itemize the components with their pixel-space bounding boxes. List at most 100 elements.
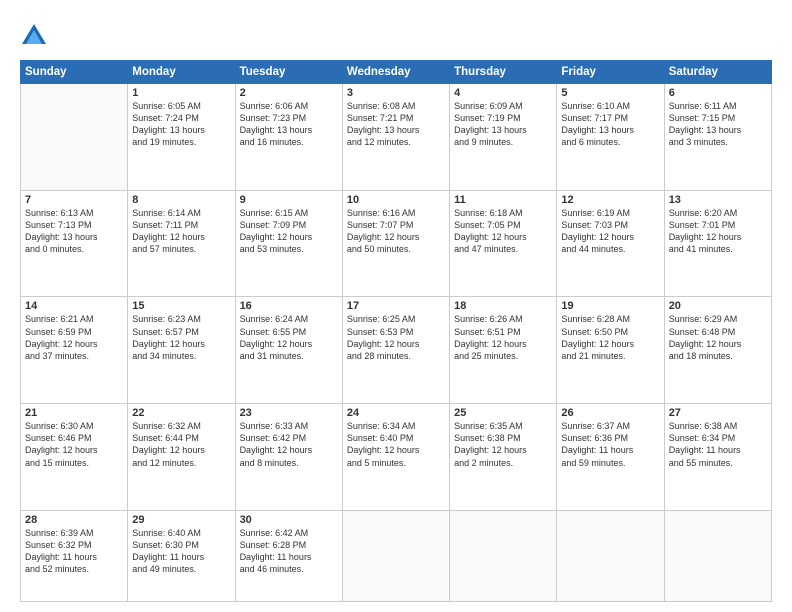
day-info: Sunrise: 6:32 AM Sunset: 6:44 PM Dayligh… xyxy=(132,420,230,469)
day-number: 24 xyxy=(347,407,445,419)
calendar-cell: 16Sunrise: 6:24 AM Sunset: 6:55 PM Dayli… xyxy=(235,297,342,404)
weekday-header-friday: Friday xyxy=(557,61,664,84)
day-info: Sunrise: 6:23 AM Sunset: 6:57 PM Dayligh… xyxy=(132,313,230,362)
day-number: 29 xyxy=(132,514,230,526)
calendar-cell xyxy=(664,510,771,601)
weekday-header-monday: Monday xyxy=(128,61,235,84)
day-info: Sunrise: 6:35 AM Sunset: 6:38 PM Dayligh… xyxy=(454,420,552,469)
day-info: Sunrise: 6:38 AM Sunset: 6:34 PM Dayligh… xyxy=(669,420,767,469)
calendar-cell: 22Sunrise: 6:32 AM Sunset: 6:44 PM Dayli… xyxy=(128,404,235,511)
day-info: Sunrise: 6:24 AM Sunset: 6:55 PM Dayligh… xyxy=(240,313,338,362)
calendar-week-row: 7Sunrise: 6:13 AM Sunset: 7:13 PM Daylig… xyxy=(21,190,772,297)
calendar-cell xyxy=(557,510,664,601)
calendar-cell: 7Sunrise: 6:13 AM Sunset: 7:13 PM Daylig… xyxy=(21,190,128,297)
day-number: 1 xyxy=(132,87,230,99)
day-info: Sunrise: 6:29 AM Sunset: 6:48 PM Dayligh… xyxy=(669,313,767,362)
day-info: Sunrise: 6:08 AM Sunset: 7:21 PM Dayligh… xyxy=(347,100,445,149)
day-info: Sunrise: 6:26 AM Sunset: 6:51 PM Dayligh… xyxy=(454,313,552,362)
day-number: 5 xyxy=(561,87,659,99)
weekday-header-thursday: Thursday xyxy=(450,61,557,84)
weekday-header-tuesday: Tuesday xyxy=(235,61,342,84)
day-number: 13 xyxy=(669,194,767,206)
calendar-cell: 21Sunrise: 6:30 AM Sunset: 6:46 PM Dayli… xyxy=(21,404,128,511)
calendar-cell: 26Sunrise: 6:37 AM Sunset: 6:36 PM Dayli… xyxy=(557,404,664,511)
day-info: Sunrise: 6:11 AM Sunset: 7:15 PM Dayligh… xyxy=(669,100,767,149)
calendar-cell: 11Sunrise: 6:18 AM Sunset: 7:05 PM Dayli… xyxy=(450,190,557,297)
day-info: Sunrise: 6:06 AM Sunset: 7:23 PM Dayligh… xyxy=(240,100,338,149)
calendar-cell: 28Sunrise: 6:39 AM Sunset: 6:32 PM Dayli… xyxy=(21,510,128,601)
day-number: 7 xyxy=(25,194,123,206)
calendar-week-row: 14Sunrise: 6:21 AM Sunset: 6:59 PM Dayli… xyxy=(21,297,772,404)
calendar-cell: 17Sunrise: 6:25 AM Sunset: 6:53 PM Dayli… xyxy=(342,297,449,404)
day-info: Sunrise: 6:28 AM Sunset: 6:50 PM Dayligh… xyxy=(561,313,659,362)
day-number: 23 xyxy=(240,407,338,419)
day-number: 12 xyxy=(561,194,659,206)
day-info: Sunrise: 6:09 AM Sunset: 7:19 PM Dayligh… xyxy=(454,100,552,149)
calendar-cell: 8Sunrise: 6:14 AM Sunset: 7:11 PM Daylig… xyxy=(128,190,235,297)
day-number: 11 xyxy=(454,194,552,206)
calendar-cell: 5Sunrise: 6:10 AM Sunset: 7:17 PM Daylig… xyxy=(557,84,664,191)
calendar-cell: 10Sunrise: 6:16 AM Sunset: 7:07 PM Dayli… xyxy=(342,190,449,297)
logo xyxy=(20,22,52,50)
day-number: 21 xyxy=(25,407,123,419)
page: SundayMondayTuesdayWednesdayThursdayFrid… xyxy=(0,0,792,612)
day-number: 6 xyxy=(669,87,767,99)
day-info: Sunrise: 6:10 AM Sunset: 7:17 PM Dayligh… xyxy=(561,100,659,149)
header xyxy=(20,18,772,50)
calendar-cell: 14Sunrise: 6:21 AM Sunset: 6:59 PM Dayli… xyxy=(21,297,128,404)
calendar-table: SundayMondayTuesdayWednesdayThursdayFrid… xyxy=(20,60,772,602)
calendar-cell xyxy=(21,84,128,191)
day-info: Sunrise: 6:33 AM Sunset: 6:42 PM Dayligh… xyxy=(240,420,338,469)
day-number: 28 xyxy=(25,514,123,526)
weekday-header-wednesday: Wednesday xyxy=(342,61,449,84)
day-number: 18 xyxy=(454,300,552,312)
day-info: Sunrise: 6:30 AM Sunset: 6:46 PM Dayligh… xyxy=(25,420,123,469)
calendar-cell: 2Sunrise: 6:06 AM Sunset: 7:23 PM Daylig… xyxy=(235,84,342,191)
day-info: Sunrise: 6:34 AM Sunset: 6:40 PM Dayligh… xyxy=(347,420,445,469)
calendar-cell: 20Sunrise: 6:29 AM Sunset: 6:48 PM Dayli… xyxy=(664,297,771,404)
calendar-cell: 25Sunrise: 6:35 AM Sunset: 6:38 PM Dayli… xyxy=(450,404,557,511)
day-number: 15 xyxy=(132,300,230,312)
calendar-cell xyxy=(342,510,449,601)
day-number: 26 xyxy=(561,407,659,419)
day-info: Sunrise: 6:19 AM Sunset: 7:03 PM Dayligh… xyxy=(561,207,659,256)
calendar-cell: 3Sunrise: 6:08 AM Sunset: 7:21 PM Daylig… xyxy=(342,84,449,191)
day-number: 2 xyxy=(240,87,338,99)
calendar-cell: 12Sunrise: 6:19 AM Sunset: 7:03 PM Dayli… xyxy=(557,190,664,297)
calendar-week-row: 28Sunrise: 6:39 AM Sunset: 6:32 PM Dayli… xyxy=(21,510,772,601)
day-number: 16 xyxy=(240,300,338,312)
calendar-cell: 23Sunrise: 6:33 AM Sunset: 6:42 PM Dayli… xyxy=(235,404,342,511)
day-number: 20 xyxy=(669,300,767,312)
day-number: 25 xyxy=(454,407,552,419)
day-number: 3 xyxy=(347,87,445,99)
day-number: 8 xyxy=(132,194,230,206)
calendar-cell: 29Sunrise: 6:40 AM Sunset: 6:30 PM Dayli… xyxy=(128,510,235,601)
calendar-cell: 13Sunrise: 6:20 AM Sunset: 7:01 PM Dayli… xyxy=(664,190,771,297)
calendar-cell: 27Sunrise: 6:38 AM Sunset: 6:34 PM Dayli… xyxy=(664,404,771,511)
calendar-cell xyxy=(450,510,557,601)
day-info: Sunrise: 6:25 AM Sunset: 6:53 PM Dayligh… xyxy=(347,313,445,362)
day-info: Sunrise: 6:40 AM Sunset: 6:30 PM Dayligh… xyxy=(132,527,230,576)
day-number: 10 xyxy=(347,194,445,206)
calendar-cell: 18Sunrise: 6:26 AM Sunset: 6:51 PM Dayli… xyxy=(450,297,557,404)
day-info: Sunrise: 6:14 AM Sunset: 7:11 PM Dayligh… xyxy=(132,207,230,256)
day-info: Sunrise: 6:37 AM Sunset: 6:36 PM Dayligh… xyxy=(561,420,659,469)
calendar-cell: 15Sunrise: 6:23 AM Sunset: 6:57 PM Dayli… xyxy=(128,297,235,404)
calendar-cell: 19Sunrise: 6:28 AM Sunset: 6:50 PM Dayli… xyxy=(557,297,664,404)
day-info: Sunrise: 6:21 AM Sunset: 6:59 PM Dayligh… xyxy=(25,313,123,362)
calendar-week-row: 21Sunrise: 6:30 AM Sunset: 6:46 PM Dayli… xyxy=(21,404,772,511)
day-number: 4 xyxy=(454,87,552,99)
weekday-header-row: SundayMondayTuesdayWednesdayThursdayFrid… xyxy=(21,61,772,84)
day-info: Sunrise: 6:42 AM Sunset: 6:28 PM Dayligh… xyxy=(240,527,338,576)
calendar-cell: 4Sunrise: 6:09 AM Sunset: 7:19 PM Daylig… xyxy=(450,84,557,191)
calendar-cell: 24Sunrise: 6:34 AM Sunset: 6:40 PM Dayli… xyxy=(342,404,449,511)
day-info: Sunrise: 6:15 AM Sunset: 7:09 PM Dayligh… xyxy=(240,207,338,256)
day-number: 14 xyxy=(25,300,123,312)
day-info: Sunrise: 6:16 AM Sunset: 7:07 PM Dayligh… xyxy=(347,207,445,256)
day-number: 22 xyxy=(132,407,230,419)
day-number: 9 xyxy=(240,194,338,206)
calendar-cell: 6Sunrise: 6:11 AM Sunset: 7:15 PM Daylig… xyxy=(664,84,771,191)
day-info: Sunrise: 6:39 AM Sunset: 6:32 PM Dayligh… xyxy=(25,527,123,576)
calendar-week-row: 1Sunrise: 6:05 AM Sunset: 7:24 PM Daylig… xyxy=(21,84,772,191)
day-number: 30 xyxy=(240,514,338,526)
